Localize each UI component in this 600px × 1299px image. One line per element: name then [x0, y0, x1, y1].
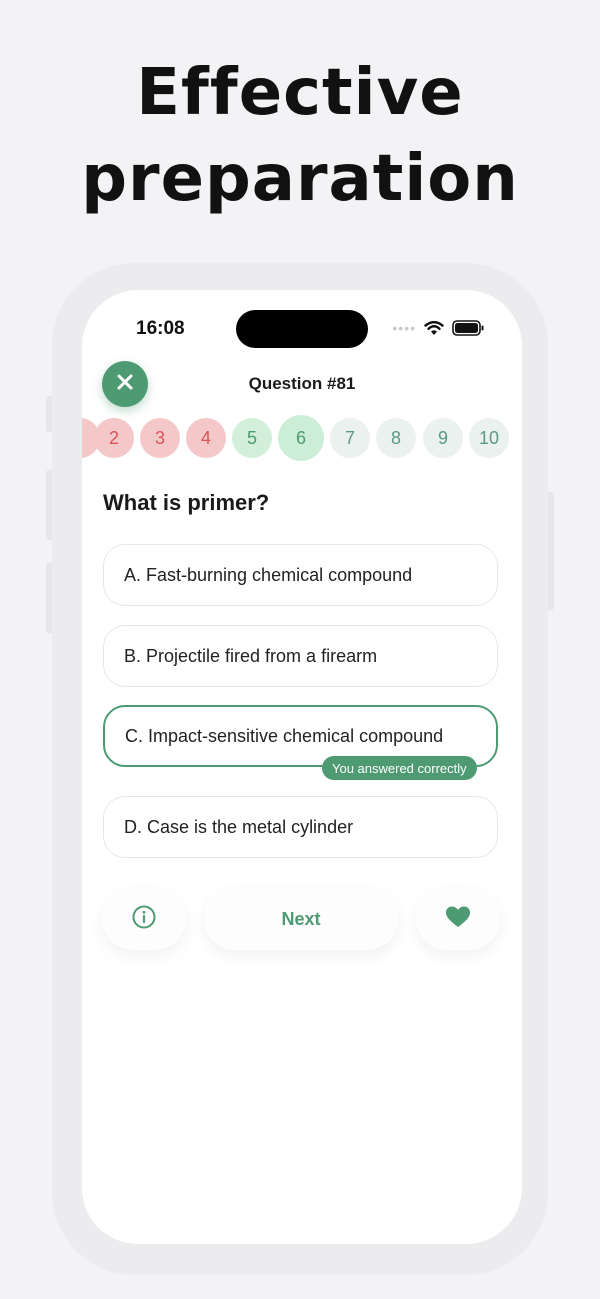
question-number-6-current[interactable]: 6	[278, 415, 324, 461]
question-number-7[interactable]: 7	[330, 418, 370, 458]
answer-option-label: B. Projectile fired from a firearm	[124, 645, 378, 666]
signal-icon: ••••	[392, 320, 416, 336]
question-number-10[interactable]: 10	[469, 418, 509, 458]
status-icons: ••••	[392, 320, 484, 336]
wifi-icon	[424, 320, 444, 336]
question-title: Question #81	[248, 374, 356, 393]
answer-option-b[interactable]: B. Projectile fired from a firearm	[103, 625, 498, 687]
question-number-5[interactable]: 5	[232, 418, 272, 458]
headline-line-1: Effective	[136, 56, 464, 130]
status-time: 16:08	[136, 318, 185, 339]
question-number-2[interactable]: 2	[94, 418, 134, 458]
battery-icon	[452, 320, 484, 336]
question-number-4[interactable]: 4	[186, 418, 226, 458]
favorite-button[interactable]	[416, 888, 500, 950]
answer-option-a[interactable]: A. Fast-burning chemical compound	[103, 544, 498, 606]
question-number-3[interactable]: 3	[140, 418, 180, 458]
question-number-strip[interactable]: 2 3 4 5 6 7 8 9 10	[82, 415, 522, 461]
question-number-8[interactable]: 8	[376, 418, 416, 458]
headline-line-2: preparation	[81, 142, 519, 216]
answer-option-label: C. Impact-sensitive chemical compound	[125, 725, 444, 746]
answer-option-label: D. Case is the metal cylinder	[124, 816, 354, 837]
phone-screen: 16:08 •••• Question #81 2 3 4 5 6 7 8 9 …	[82, 290, 522, 1244]
headline: Effective preparation	[0, 50, 600, 222]
question-number-9[interactable]: 9	[423, 418, 463, 458]
dynamic-island	[236, 310, 368, 348]
heart-icon	[445, 905, 471, 934]
next-button-label: Next	[281, 908, 321, 929]
info-button[interactable]	[102, 888, 186, 950]
answer-option-label: A. Fast-burning chemical compound	[124, 564, 413, 585]
answer-option-d[interactable]: D. Case is the metal cylinder	[103, 796, 498, 858]
info-icon	[132, 905, 156, 934]
correct-answer-badge: You answered correctly	[322, 756, 477, 780]
question-text: What is primer?	[103, 490, 270, 515]
next-button[interactable]: Next	[204, 888, 398, 950]
